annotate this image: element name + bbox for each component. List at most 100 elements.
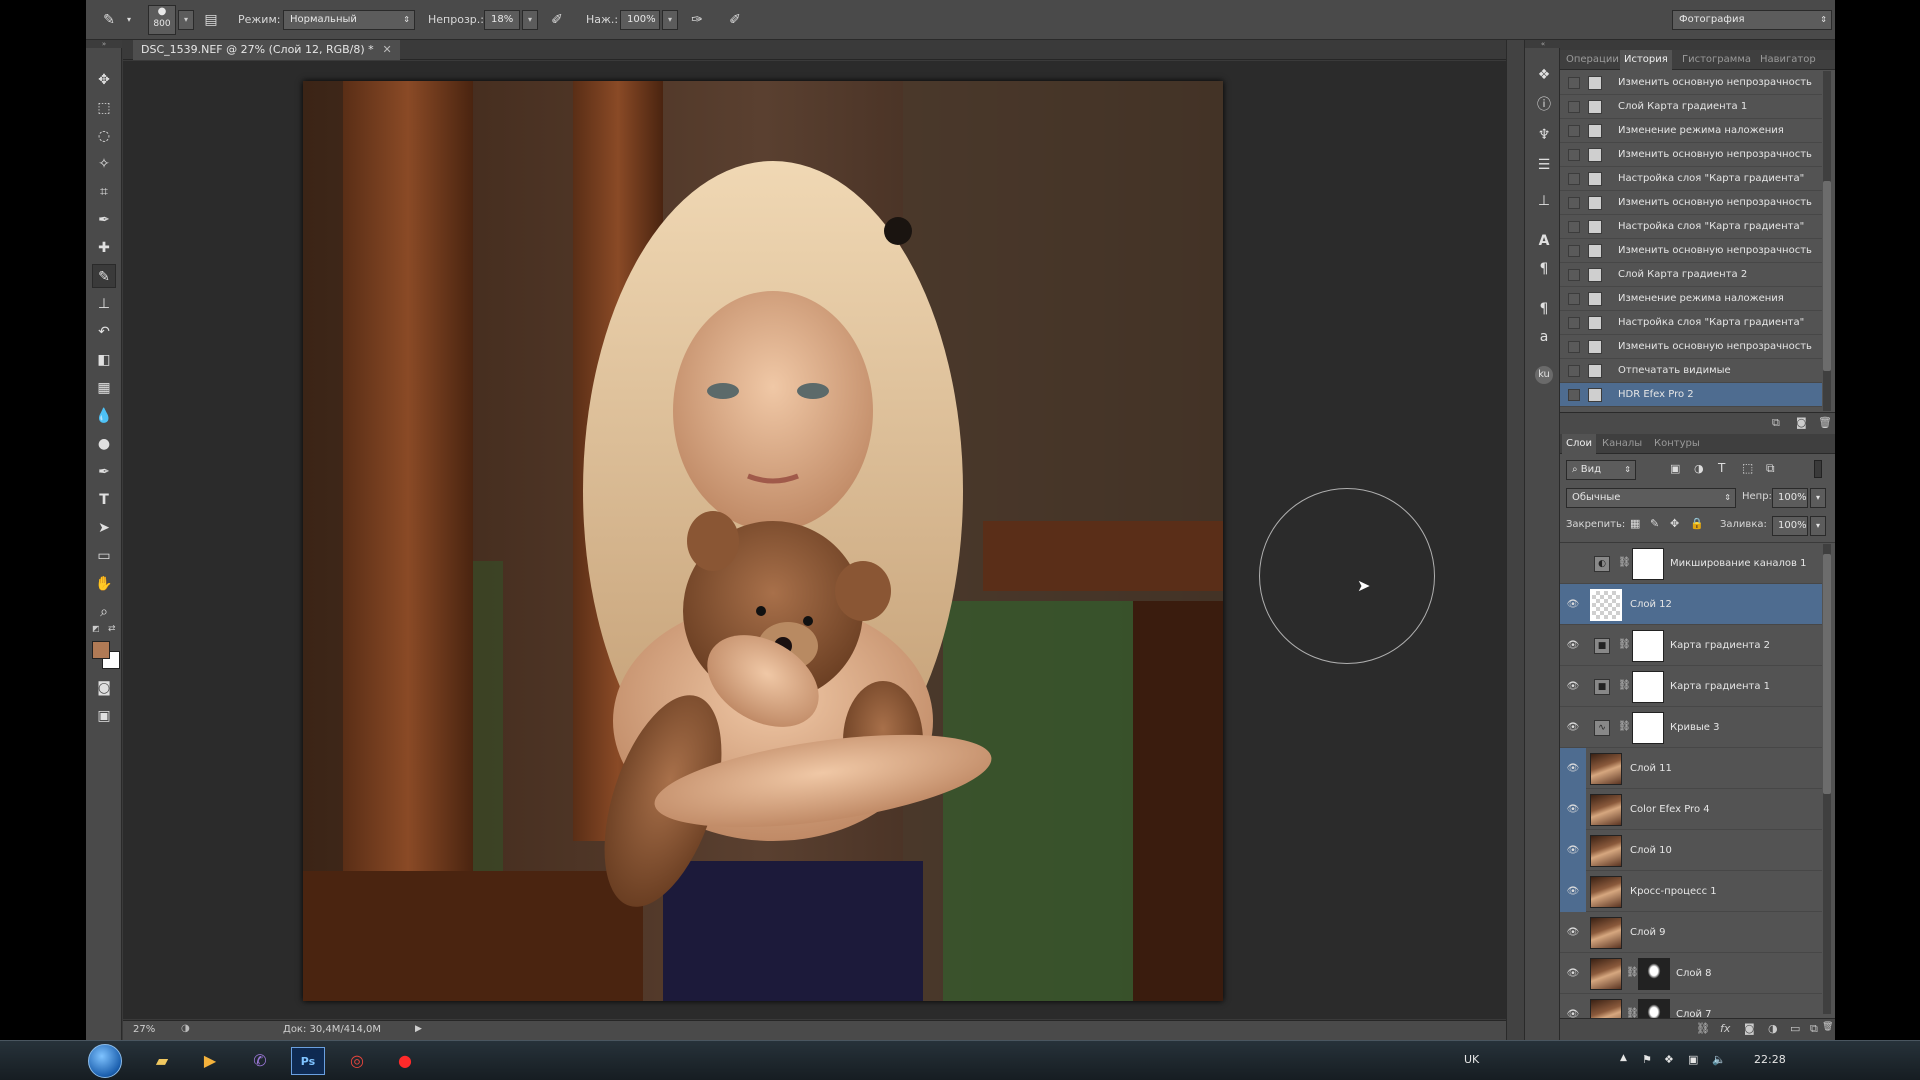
rectangle-tool-icon[interactable]: ▭ xyxy=(92,544,116,568)
lock-transparent-icon[interactable]: ▦ xyxy=(1630,517,1640,530)
layer-thumbnail[interactable] xyxy=(1590,958,1622,990)
layer-mask-thumbnail[interactable] xyxy=(1632,548,1664,580)
tool-preset-dropdown-icon[interactable]: ▾ xyxy=(120,11,138,29)
layer-name[interactable]: Слой 10 xyxy=(1630,830,1672,871)
history-brush-source-checkbox[interactable] xyxy=(1568,221,1580,233)
layer-thumbnail[interactable] xyxy=(1590,794,1622,826)
history-brush-source-checkbox[interactable] xyxy=(1568,293,1580,305)
gradient-tool-icon[interactable]: ▦ xyxy=(92,376,116,400)
history-state[interactable]: Изменить основную непрозрачность xyxy=(1560,191,1822,215)
layers-scrollbar[interactable] xyxy=(1823,544,1831,1014)
eraser-tool-icon[interactable]: ◧ xyxy=(92,348,116,372)
delete-layer-icon[interactable]: 🗑 xyxy=(1822,1022,1833,1032)
crop-tool-icon[interactable]: ⌗ xyxy=(92,180,116,204)
history-brush-source-checkbox[interactable] xyxy=(1568,269,1580,281)
tab-layers[interactable]: Слои xyxy=(1562,434,1596,454)
new-snapshot-icon[interactable]: ◙ xyxy=(1796,416,1807,429)
history-state[interactable]: Изменить основную непрозрачность xyxy=(1560,335,1822,359)
fill-slider-button[interactable]: ▾ xyxy=(1810,516,1826,536)
chrome-icon[interactable]: ◎ xyxy=(340,1047,374,1075)
history-state[interactable]: Изменить основную непрозрачность xyxy=(1560,143,1822,167)
layer-opacity-input[interactable]: 100% xyxy=(1772,488,1808,508)
canvas-vertical-scrollbar[interactable] xyxy=(1506,40,1524,1040)
layer-thumbnail[interactable] xyxy=(1590,753,1622,785)
default-colors-icon[interactable]: ◩ xyxy=(92,624,100,633)
tray-expand-icon[interactable]: ▲ xyxy=(1620,1053,1627,1063)
action-center-flag-icon[interactable]: ⚑ xyxy=(1642,1053,1652,1066)
layer-row[interactable]: 👁 ⛓ Слой 7 xyxy=(1560,994,1822,1018)
layer-mask-thumbnail[interactable] xyxy=(1632,671,1664,703)
history-state[interactable]: Настройка слоя "Карта градиента" xyxy=(1560,311,1822,335)
photo-girl-with-teddy-bear[interactable] xyxy=(303,81,1223,1001)
history-state[interactable]: Изменить основную непрозрачность xyxy=(1560,239,1822,263)
add-mask-icon[interactable]: ◙ xyxy=(1744,1022,1755,1035)
layer-row[interactable]: 👁 ■ ⛓ Карта градиента 1 xyxy=(1560,666,1822,707)
pressure-slider-button[interactable]: ▾ xyxy=(662,10,678,30)
layer-filter-select[interactable]: ⌕ Вид ⇕ xyxy=(1566,460,1636,480)
media-player-icon[interactable]: ▶ xyxy=(193,1047,227,1075)
history-brush-source-checkbox[interactable] xyxy=(1568,365,1580,377)
type-tool-icon[interactable]: T xyxy=(92,488,116,512)
new-document-from-state-icon[interactable]: ⧉ xyxy=(1772,416,1780,430)
eyedropper-tool-icon[interactable]: ✒ xyxy=(92,208,116,232)
quick-mask-icon[interactable]: ◙ xyxy=(92,676,116,700)
history-state[interactable]: Настройка слоя "Карта градиента" xyxy=(1560,215,1822,239)
history-state[interactable]: Слой Карта градиента 2 xyxy=(1560,263,1822,287)
brush-settings-icon[interactable]: ☰ xyxy=(1533,154,1555,176)
quick-select-tool-icon[interactable]: ✧ xyxy=(92,152,116,176)
brush-tool-icon[interactable]: ✎ xyxy=(100,11,118,29)
document-status-icon[interactable]: ◑ xyxy=(181,1023,190,1034)
brush-picker-arrow-icon[interactable]: ▾ xyxy=(178,10,194,30)
layer-name[interactable]: Color Efex Pro 4 xyxy=(1630,789,1710,830)
foreground-color-swatch[interactable] xyxy=(92,641,110,659)
lasso-tool-icon[interactable]: ◌ xyxy=(92,124,116,148)
layers-list[interactable]: ◐ ⛓ Микширование каналов 1 👁 Слой 12 👁 ■ ⛓ Карта… xyxy=(1560,542,1835,1018)
history-scrollbar[interactable] xyxy=(1823,71,1831,411)
workspace-select[interactable]: Фотография ⇕ xyxy=(1672,10,1832,30)
pressure-size-icon[interactable]: ✐ xyxy=(726,11,744,29)
history-panel-icon[interactable]: ❖ xyxy=(1533,64,1555,86)
viber-icon[interactable]: ✆ xyxy=(243,1047,277,1075)
history-brush-source-checkbox[interactable] xyxy=(1568,77,1580,89)
history-state[interactable]: Изменить основную непрозрачность xyxy=(1560,71,1822,95)
brush-tool-icon[interactable]: ✎ xyxy=(92,264,116,288)
layer-row[interactable]: 👁 Слой 10 xyxy=(1560,830,1822,871)
close-tab-icon[interactable]: ✕ xyxy=(382,40,391,60)
history-brush-source-checkbox[interactable] xyxy=(1568,197,1580,209)
lock-image-icon[interactable]: ✎ xyxy=(1650,517,1659,530)
airbrush-icon[interactable]: ✑ xyxy=(688,11,706,29)
canvas-area[interactable]: ➤ xyxy=(123,61,1506,1019)
history-state[interactable]: HDR Efex Pro 2 xyxy=(1560,383,1822,407)
pressure-input[interactable]: 100% xyxy=(620,10,660,30)
layer-name[interactable]: Слой 8 xyxy=(1676,953,1712,994)
visibility-eye-icon[interactable]: 👁 xyxy=(1560,666,1586,707)
filter-smart-object-icon[interactable]: ⧉ xyxy=(1766,461,1775,476)
pen-tool-icon[interactable]: ✒ xyxy=(92,460,116,484)
link-layers-icon[interactable]: ⛓ xyxy=(1696,1022,1710,1035)
history-brush-source-checkbox[interactable] xyxy=(1568,173,1580,185)
filter-type-icon[interactable]: T xyxy=(1718,461,1725,475)
mask-link-icon[interactable]: ⛓ xyxy=(1618,639,1631,650)
brush-presets-icon[interactable]: ♆ xyxy=(1533,124,1555,146)
filter-adjustment-icon[interactable]: ◑ xyxy=(1694,462,1704,475)
layer-name[interactable]: Кривые 3 xyxy=(1670,707,1719,748)
tab-adjustments-cutoff[interactable] xyxy=(1822,50,1835,70)
visibility-eye-icon[interactable]: 👁 xyxy=(1560,912,1586,953)
layer-name[interactable]: Микширование каналов 1 xyxy=(1670,543,1806,584)
tab-history[interactable]: История xyxy=(1620,50,1672,70)
document-tab[interactable]: DSC_1539.NEF @ 27% (Слой 12, RGB/8) * ✕ xyxy=(133,40,400,60)
dropbox-icon[interactable]: ❖ xyxy=(1664,1053,1674,1066)
blur-tool-icon[interactable]: 💧 xyxy=(92,404,116,428)
layer-thumbnail[interactable] xyxy=(1590,999,1622,1018)
fill-input[interactable]: 100% xyxy=(1772,516,1808,536)
info-panel-icon[interactable]: ⓘ xyxy=(1533,94,1555,116)
layer-thumbnail[interactable] xyxy=(1590,589,1622,621)
layer-mask-thumbnail[interactable] xyxy=(1632,630,1664,662)
volume-icon[interactable]: 🔈 xyxy=(1712,1053,1726,1066)
history-state[interactable]: Настройка слоя "Карта градиента" xyxy=(1560,167,1822,191)
layer-name[interactable]: Слой 7 xyxy=(1676,994,1712,1018)
visibility-eye-icon[interactable]: 👁 xyxy=(1560,789,1586,830)
explorer-icon[interactable]: ▰ xyxy=(145,1047,179,1075)
layer-mask-thumbnail[interactable] xyxy=(1638,999,1670,1018)
zoom-tool-icon[interactable]: ⌕ xyxy=(92,600,116,624)
